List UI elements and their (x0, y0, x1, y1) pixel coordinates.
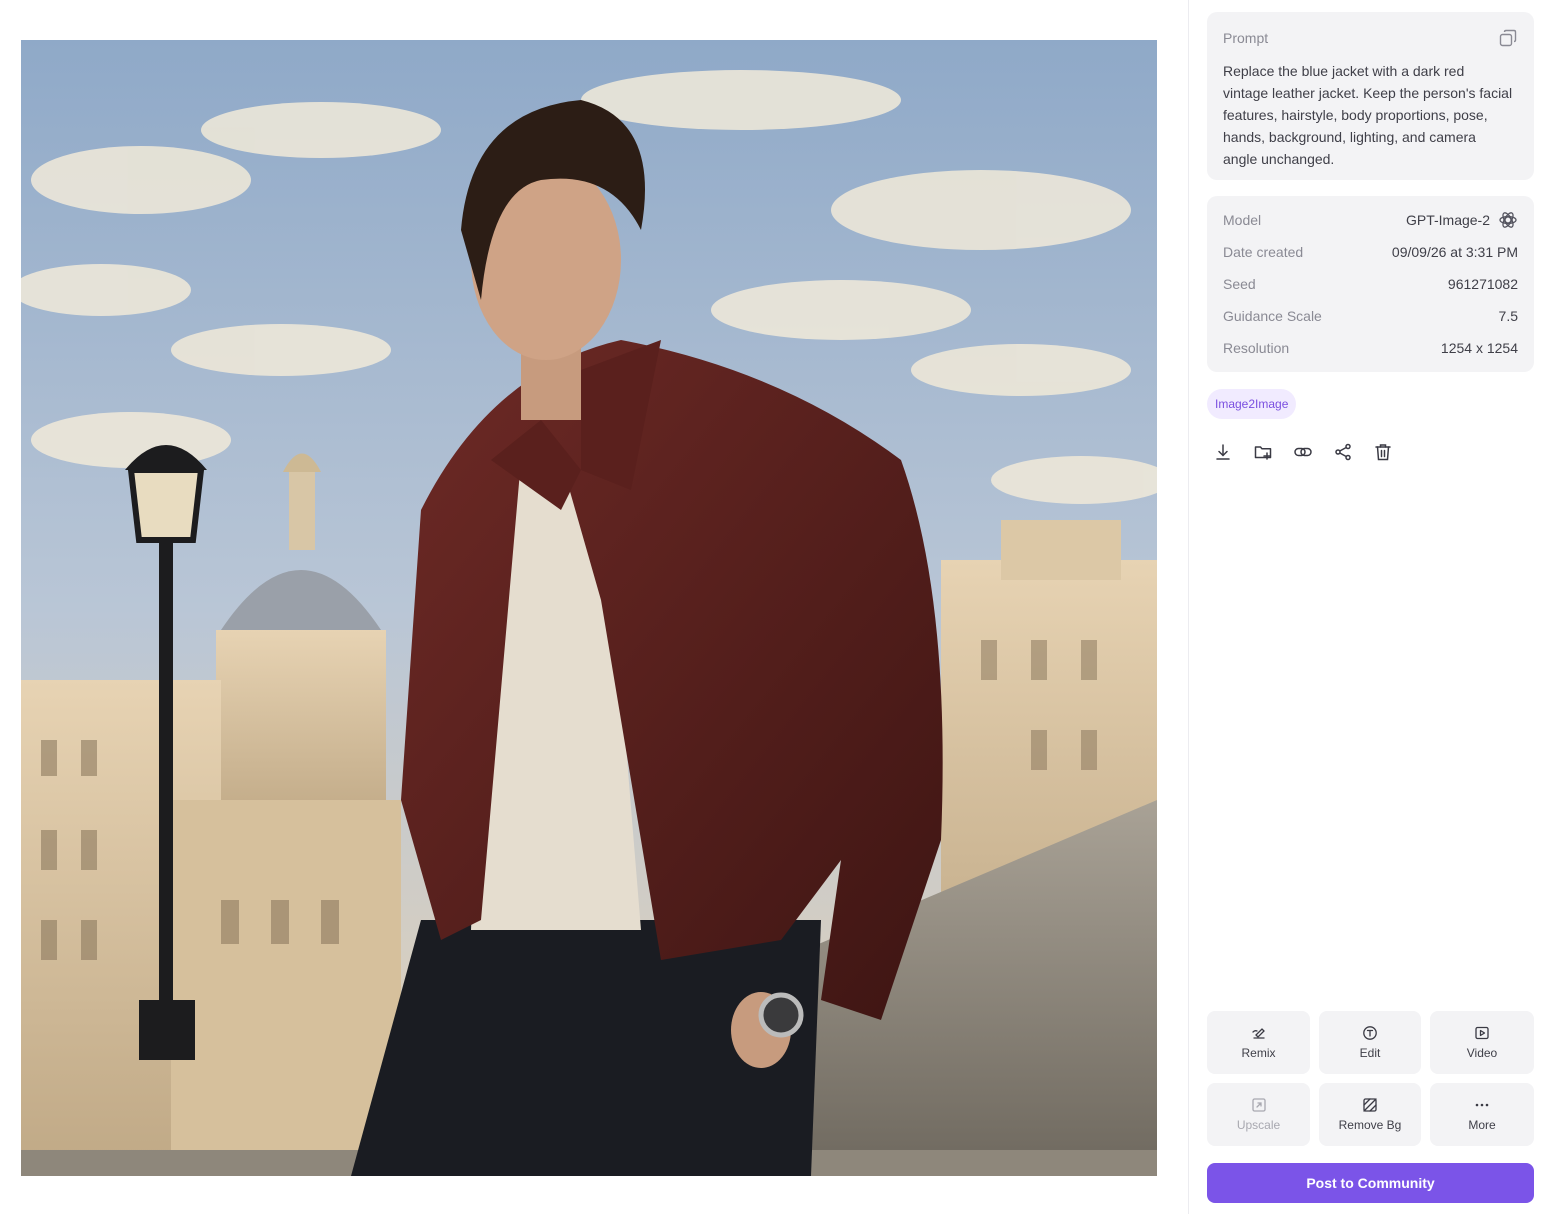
video-label: Video (1466, 1046, 1498, 1060)
download-icon[interactable] (1213, 440, 1233, 464)
remix-button[interactable]: Remix (1207, 1011, 1310, 1074)
seed-row: Seed 961271082 (1223, 268, 1518, 300)
model-row: Model GPT-Image-2 (1223, 204, 1518, 236)
guidance-label: Guidance Scale (1223, 308, 1322, 324)
edit-button[interactable]: Edit (1319, 1011, 1421, 1074)
mode-tag[interactable]: Image2Image (1207, 389, 1297, 419)
app: Prompt Replace the blue jacket with a da… (0, 0, 1551, 1214)
date-label: Date created (1223, 244, 1304, 260)
copy-icon[interactable] (1498, 28, 1518, 48)
action-icon-bar (1213, 440, 1393, 464)
share-icon[interactable] (1333, 440, 1353, 464)
resolution-value: 1254 x 1254 (1440, 340, 1518, 356)
remove-bg-label: Remove Bg (1338, 1118, 1402, 1132)
add-to-folder-icon[interactable] (1253, 440, 1273, 464)
guidance-row: Guidance Scale 7.5 (1223, 300, 1518, 332)
prompt-text: Replace the blue jacket with a dark red … (1223, 63, 1513, 167)
seed-label: Seed (1223, 276, 1256, 292)
link-icon[interactable] (1293, 440, 1313, 464)
resolution-label: Resolution (1223, 340, 1290, 356)
remix-label: Remix (1241, 1046, 1276, 1060)
prompt-card: Prompt Replace the blue jacket with a da… (1207, 12, 1534, 180)
post-to-community-button[interactable]: Post to Community (1207, 1163, 1534, 1203)
more-button[interactable]: More (1430, 1083, 1534, 1146)
video-button[interactable]: Video (1430, 1011, 1534, 1074)
upscale-label: Upscale (1236, 1118, 1281, 1132)
prompt-header: Prompt (1223, 28, 1518, 48)
date-row: Date created 09/09/26 at 3:31 PM (1223, 236, 1518, 268)
guidance-value: 7.5 (1498, 308, 1518, 324)
upscale-icon (1251, 1098, 1266, 1112)
metadata-card: Model GPT-Image-2 Date created 09/09/26 … (1207, 196, 1534, 372)
edit-icon (1363, 1026, 1377, 1040)
prompt-label: Prompt (1223, 30, 1269, 46)
date-value: 09/09/26 at 3:31 PM (1391, 244, 1518, 260)
remove-bg-icon (1363, 1098, 1377, 1112)
trash-icon[interactable] (1373, 440, 1393, 464)
remix-icon (1251, 1028, 1265, 1039)
resolution-row: Resolution 1254 x 1254 (1223, 332, 1518, 364)
generated-image[interactable] (21, 40, 1157, 1176)
details-panel: Prompt Replace the blue jacket with a da… (1188, 0, 1551, 1214)
video-icon (1475, 1026, 1489, 1040)
model-value: GPT-Image-2 (1405, 212, 1490, 228)
model-label: Model (1223, 212, 1262, 228)
seed-value: 961271082 (1447, 276, 1518, 292)
more-dots-icon (1475, 1103, 1489, 1107)
remove-bg-button[interactable]: Remove Bg (1319, 1083, 1421, 1146)
more-label: More (1468, 1118, 1496, 1132)
openai-logo-icon (1498, 210, 1518, 230)
tools-grid: Remix Edit Video Upscale Remove Bg More (1207, 1011, 1534, 1146)
edit-label: Edit (1359, 1046, 1381, 1060)
generated-image-illustration (21, 40, 1157, 1176)
upscale-button[interactable]: Upscale (1207, 1083, 1310, 1146)
